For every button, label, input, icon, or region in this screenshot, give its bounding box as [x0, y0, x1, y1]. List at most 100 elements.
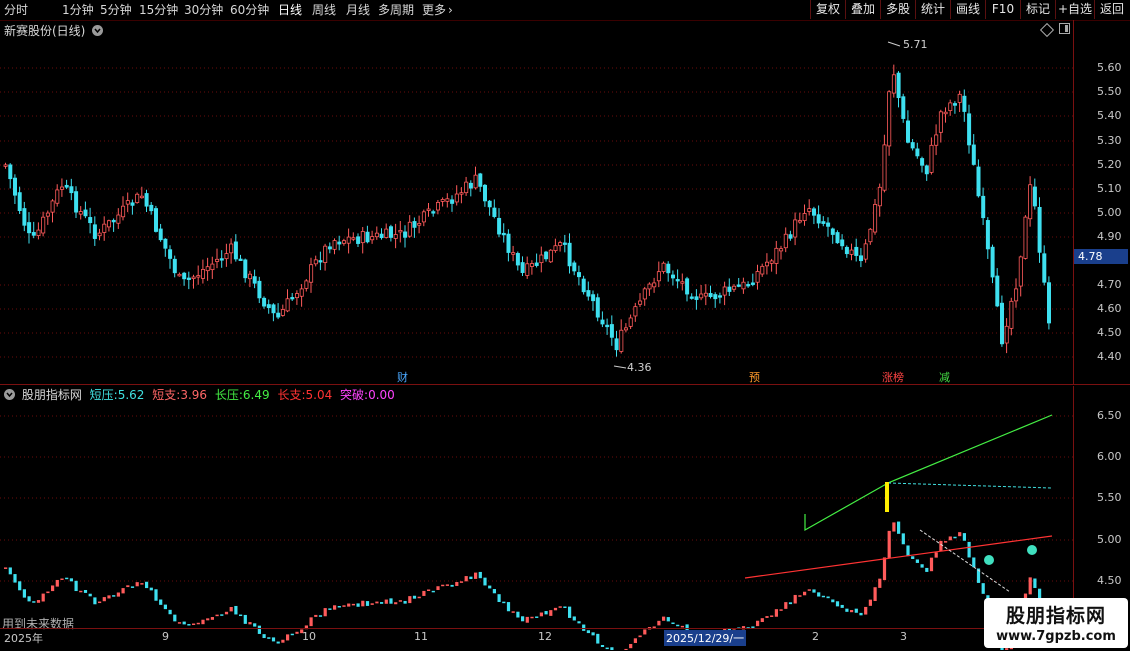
kline-candle: [652, 282, 657, 288]
indicator-candle: [506, 602, 511, 612]
main-y-label: 4.90: [1097, 230, 1122, 243]
indicator-candle: [492, 589, 496, 594]
indicator-y-label: 6.50: [1097, 409, 1122, 422]
indicator-candle: [309, 617, 313, 627]
indicator-candle: [201, 619, 205, 625]
main-y-label: 5.60: [1097, 61, 1122, 74]
indicator-y-label: 5.50: [1097, 491, 1122, 504]
indicator-candle: [18, 581, 22, 591]
kline-candle: [450, 199, 455, 204]
kline-candle: [205, 266, 210, 272]
indicator-candle: [944, 541, 948, 543]
kline-candle: [247, 273, 252, 280]
indicator-candle: [535, 616, 539, 618]
indicator-candle: [826, 596, 830, 599]
kline-candle: [760, 265, 765, 275]
indicator-candle: [502, 601, 506, 604]
kline-candle: [78, 211, 83, 215]
indicator-candle: [469, 576, 473, 580]
kline-candle: [12, 177, 17, 196]
kline-candle: [812, 208, 817, 216]
kline-candle: [577, 272, 582, 278]
kline-candle: [614, 338, 619, 351]
kline-candle: [412, 221, 417, 228]
kline-candle: [835, 232, 840, 244]
date-label: 10: [302, 630, 316, 643]
indicator-candle: [972, 557, 976, 568]
indicator-candle: [88, 593, 92, 597]
event-marker-finance[interactable]: 财: [396, 371, 409, 384]
indicator-candle: [356, 603, 360, 607]
indicator-candle: [403, 600, 407, 604]
kline-candle: [1028, 184, 1033, 220]
kline-candle: [41, 216, 46, 234]
main-y-label: 5.10: [1097, 182, 1122, 195]
indicator-candle: [497, 594, 501, 603]
indicator-candle: [4, 567, 8, 569]
indicator-candle: [126, 585, 130, 588]
kline-candle: [985, 220, 990, 250]
indicator-candle: [93, 597, 97, 605]
kline-candle: [816, 214, 821, 224]
indicator-candle: [337, 606, 341, 608]
date-label: 9: [162, 630, 169, 643]
kline-candle: [595, 297, 600, 318]
indicator-candle: [906, 545, 910, 557]
indicator-candle: [464, 576, 468, 582]
indicator-y-label: 6.00: [1097, 450, 1122, 463]
indicator-candle: [662, 616, 666, 621]
kline-candle: [840, 239, 845, 247]
kline-candle: [765, 261, 770, 267]
indicator-candle: [549, 610, 553, 616]
main-y-label: 4.50: [1097, 326, 1122, 339]
kline-candle: [370, 236, 375, 241]
kline-candle: [393, 234, 398, 239]
long-support-line: [744, 535, 1053, 579]
indicator-candle: [140, 583, 144, 585]
indicator-candle: [455, 582, 459, 586]
kline-candle: [844, 246, 849, 255]
kline-candle: [769, 260, 774, 264]
indicator-candle: [967, 541, 971, 558]
indicator-candle: [882, 557, 887, 581]
indicator-candle: [779, 609, 783, 611]
kline-candle: [755, 271, 760, 283]
indicator-candle: [892, 522, 896, 532]
kline-candle: [153, 208, 158, 232]
event-marker-reduce[interactable]: 减: [938, 371, 951, 384]
indicator-candle: [835, 601, 840, 607]
indicator-candle: [530, 616, 534, 619]
indicator-candle: [116, 592, 120, 597]
kline-candle: [774, 247, 779, 264]
kline-candle: [624, 327, 629, 331]
event-marker-forecast[interactable]: 预: [748, 371, 761, 384]
kline-candle: [830, 228, 835, 235]
kline-candle: [431, 211, 436, 214]
kline-candle: [642, 288, 647, 300]
kline-candle: [121, 205, 126, 218]
kline-candle: [365, 231, 370, 243]
kline-candle: [243, 259, 248, 279]
indicator-candle: [511, 611, 515, 613]
indicator-candle: [854, 608, 858, 613]
date-label: 2: [812, 630, 819, 643]
kline-candle: [854, 246, 859, 256]
indicator-candle: [177, 622, 182, 624]
indicator-candle: [920, 564, 924, 568]
kline-chart-canvas[interactable]: [0, 0, 1130, 650]
kline-candle: [323, 245, 328, 263]
main-y-label: 5.40: [1097, 109, 1122, 122]
main-y-label: 5.00: [1097, 206, 1122, 219]
indicator-candle: [671, 622, 675, 625]
indicator-candle: [887, 530, 891, 558]
main-y-label: 5.30: [1097, 134, 1122, 147]
event-marker-gain-rank[interactable]: 涨榜: [881, 371, 905, 384]
kline-candle: [920, 158, 925, 166]
indicator-candle: [159, 599, 163, 605]
kline-candle: [398, 230, 403, 233]
indicator-candle: [845, 608, 849, 612]
indicator-candle: [398, 600, 402, 602]
kline-candle: [727, 286, 732, 292]
indicator-candle: [318, 615, 323, 617]
kline-candle: [276, 312, 281, 318]
